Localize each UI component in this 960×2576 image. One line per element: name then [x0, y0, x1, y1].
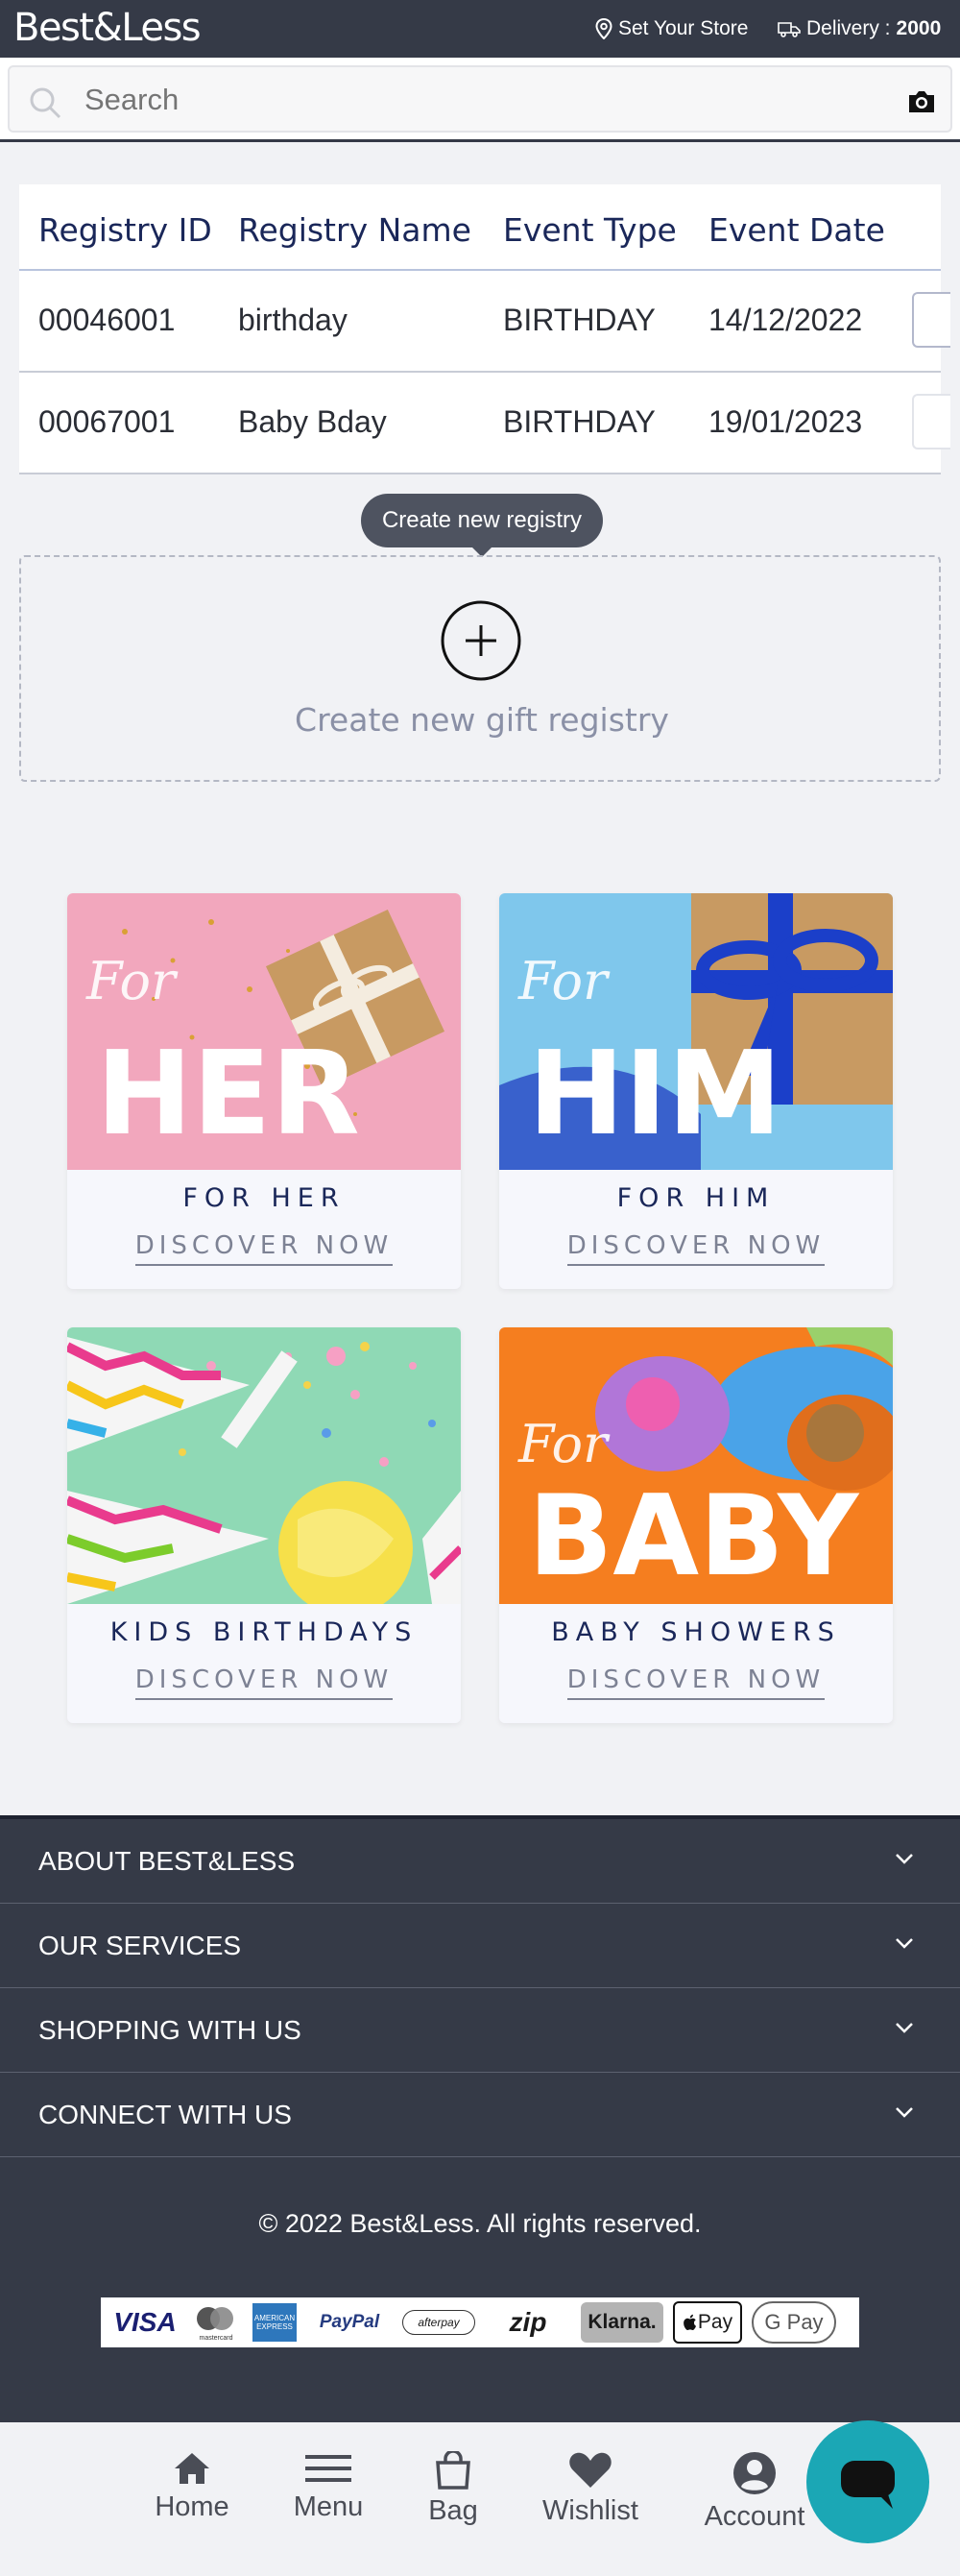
home-icon: [175, 2453, 209, 2484]
for-her-script-text: For: [86, 951, 176, 1011]
nav-label: Menu: [293, 2491, 364, 2522]
plus-circle-icon: [441, 600, 521, 681]
nav-wishlist[interactable]: Wishlist: [523, 2451, 658, 2527]
footer-section-about[interactable]: ABOUT BEST&LESS: [0, 1819, 960, 1904]
mastercard-logo: mastercard: [189, 2303, 243, 2342]
brand-logo[interactable]: Best&Less: [13, 6, 202, 50]
column-header-type: Event Type: [503, 211, 677, 249]
registry-name: Baby Bday: [238, 404, 387, 439]
search-icon[interactable]: [29, 86, 61, 119]
nav-label: Wishlist: [542, 2495, 638, 2526]
nav-label: Home: [155, 2491, 229, 2522]
heart-icon: [569, 2452, 612, 2488]
registry-id: 00046001: [38, 303, 176, 337]
chat-bubble-icon: [841, 2461, 895, 2509]
baby-showers-script-text: For: [518, 1414, 608, 1474]
nav-label: Bag: [428, 2495, 478, 2526]
set-store-link[interactable]: Set Your Store: [595, 17, 748, 40]
bag-icon: [436, 2451, 470, 2490]
search-bar: [0, 58, 960, 142]
category-card-for-her[interactable]: For HER FOR HER DISCOVER NOW: [67, 893, 461, 1289]
chevron-down-icon: [896, 2023, 913, 2033]
nav-home[interactable]: Home: [125, 2451, 259, 2523]
top-header: Best&Less Set Your Store Delivery : 2000: [0, 0, 960, 58]
for-her-image-word: HER: [96, 1028, 360, 1161]
footer-section-label: SHOPPING WITH US: [38, 2015, 301, 2045]
registry-id: 00067001: [38, 404, 176, 439]
for-him-script-text: For: [518, 951, 608, 1011]
chevron-down-icon: [896, 1854, 913, 1864]
footer-section-services[interactable]: OUR SERVICES: [0, 1904, 960, 1988]
zip-logo: zip: [509, 2307, 547, 2337]
event-date: 14/12/2022: [708, 303, 863, 337]
menu-icon: [305, 2455, 351, 2482]
event-type: BIRTHDAY: [503, 404, 656, 439]
create-registry-button[interactable]: Create new gift registry: [19, 555, 941, 782]
row-action-button[interactable]: [912, 394, 950, 450]
apple-pay-text: Pay: [697, 2311, 733, 2333]
delivery-label: Delivery :: [806, 17, 891, 39]
site-footer: ABOUT BEST&LESS OUR SERVICES SHOPPING WI…: [0, 1815, 960, 2422]
nav-label: Account: [704, 2501, 805, 2532]
category-card-for-him[interactable]: For HIM FOR HIM DISCOVER NOW: [499, 893, 893, 1289]
discover-now-link[interactable]: DISCOVER NOW: [566, 1665, 826, 1700]
footer-section-shopping[interactable]: SHOPPING WITH US: [0, 1988, 960, 2073]
column-header-name: Registry Name: [238, 211, 471, 249]
footer-section-label: ABOUT BEST&LESS: [38, 1846, 296, 1876]
payment-methods: VISA mastercard AMERICAN EXPRESS PayPal …: [101, 2297, 859, 2347]
registry-name: birthday: [238, 303, 348, 337]
column-header-id: Registry ID: [38, 211, 212, 249]
event-date: 19/01/2023: [708, 404, 863, 439]
location-pin-icon: [595, 18, 612, 39]
footer-section-connect[interactable]: CONNECT WITH US: [0, 2073, 960, 2157]
category-card-kids-birthdays[interactable]: KIDS BIRTHDAYS DISCOVER NOW: [67, 1327, 461, 1723]
table-header: Registry ID Registry Name Event Type Eve…: [19, 184, 941, 271]
camera-icon[interactable]: [906, 88, 937, 115]
row-action-button[interactable]: [912, 292, 950, 348]
account-icon: [733, 2452, 776, 2494]
apple-pay-logo: Pay: [673, 2301, 742, 2344]
chat-button[interactable]: [806, 2420, 929, 2543]
nav-menu[interactable]: Menu: [261, 2451, 396, 2523]
category-title: FOR HIM: [616, 1183, 776, 1213]
table-row[interactable]: 00046001 birthday BIRTHDAY 14/12/2022: [19, 271, 950, 373]
paypal-logo: PayPal: [319, 2312, 380, 2332]
discover-now-link[interactable]: DISCOVER NOW: [566, 1231, 826, 1266]
copyright-text: © 2022 Best&Less. All rights reserved.: [258, 2209, 702, 2238]
footer-section-label: OUR SERVICES: [38, 1931, 242, 1960]
category-title: BABY SHOWERS: [551, 1617, 841, 1647]
apple-icon: [684, 2314, 696, 2330]
mastercard-text: mastercard: [199, 2335, 232, 2342]
for-him-image-word: HIM: [528, 1028, 782, 1161]
event-type: BIRTHDAY: [503, 303, 656, 337]
klarna-logo: Klarna.: [581, 2302, 663, 2343]
nav-bag[interactable]: Bag: [386, 2451, 520, 2527]
search-input[interactable]: [84, 79, 852, 121]
delivery-postcode: 2000: [896, 17, 942, 39]
create-registry-tooltip: Create new registry: [361, 494, 603, 557]
footer-section-label: CONNECT WITH US: [38, 2100, 292, 2129]
chevron-down-icon: [896, 2107, 913, 2118]
delivery-link[interactable]: Delivery : 2000: [778, 17, 941, 40]
baby-showers-image-word: BABY: [528, 1471, 859, 1601]
amex-logo: AMERICAN EXPRESS: [252, 2303, 297, 2342]
chevron-down-icon: [896, 1938, 913, 1949]
store-label: Set Your Store: [618, 17, 749, 39]
table-row[interactable]: 00067001 Baby Bday BIRTHDAY 19/01/2023: [19, 373, 950, 474]
truck-icon: [778, 22, 801, 37]
google-pay-logo: G Pay: [752, 2301, 836, 2344]
registry-table: Registry ID Registry Name Event Type Eve…: [19, 184, 950, 474]
discover-now-link[interactable]: DISCOVER NOW: [134, 1231, 394, 1266]
kids-birthdays-image: [67, 1327, 461, 1604]
visa-logo: VISA: [113, 2307, 177, 2337]
discover-now-link[interactable]: DISCOVER NOW: [134, 1665, 394, 1700]
category-title: KIDS BIRTHDAYS: [109, 1617, 419, 1647]
nav-account[interactable]: Account: [687, 2451, 822, 2533]
search-box: [8, 65, 952, 133]
afterpay-logo: afterpay: [402, 2310, 475, 2335]
create-registry-label: Create new gift registry: [295, 701, 669, 739]
category-title: FOR HER: [182, 1183, 346, 1213]
category-card-baby-showers[interactable]: For BABY BABY SHOWERS DISCOVER NOW: [499, 1327, 893, 1723]
column-header-date: Event Date: [708, 211, 885, 249]
